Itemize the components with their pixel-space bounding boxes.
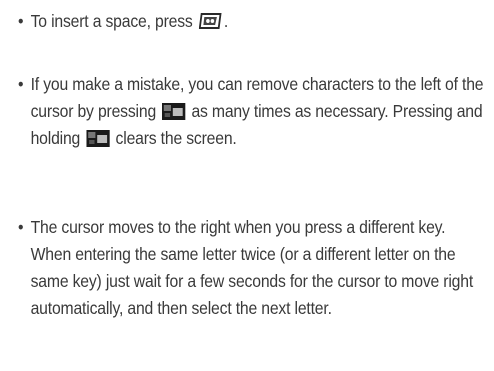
manual-page: • To insert a space, press . • If you ma… (0, 0, 494, 371)
clear-key-icon (86, 130, 110, 147)
bullet-dot: • (18, 217, 24, 237)
bullet-text: If you make a mistake, you can remove ch… (31, 71, 490, 152)
bullet-text-after: . (223, 11, 229, 31)
bullet-insert-space: • To insert a space, press . (18, 8, 441, 35)
bullet-text-part3: clears the screen. (115, 128, 237, 148)
bullet-remove-characters: • If you make a mistake, you can remove … (18, 71, 484, 152)
bullet-dot: • (18, 11, 24, 31)
clear-key-icon (162, 103, 186, 120)
bullet-text: The cursor moves to the right when you p… (30, 217, 474, 318)
bullet-text: To insert a space, press . (31, 8, 490, 35)
space-key-icon (198, 12, 222, 30)
bullet-text-before: To insert a space, press (30, 11, 193, 31)
bullet-dot: • (18, 74, 24, 94)
bullet-cursor-movement: • The cursor moves to the right when you… (18, 214, 473, 322)
